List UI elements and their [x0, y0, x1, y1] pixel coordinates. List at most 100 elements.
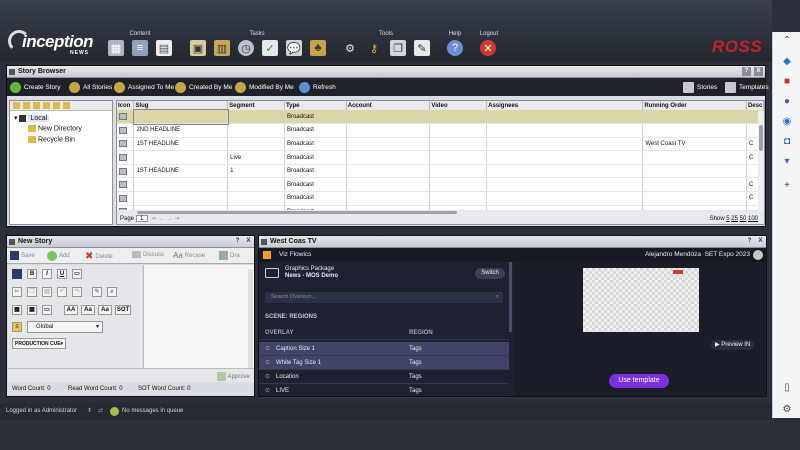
- folder-icon[interactable]: [53, 102, 60, 109]
- col-slug[interactable]: Slug: [133, 101, 229, 110]
- show-5[interactable]: 5: [726, 216, 729, 222]
- task-doc-icon[interactable]: ✓: [262, 40, 278, 56]
- templates-tab[interactable]: Templates: [725, 81, 769, 93]
- rail-outlook-icon[interactable]: ◘: [781, 136, 793, 148]
- col-type[interactable]: Type: [284, 101, 347, 110]
- approve-button[interactable]: Approve: [216, 372, 250, 381]
- clock-icon[interactable]: ◷: [238, 40, 254, 56]
- tree-item-local[interactable]: ▾ Local: [14, 114, 50, 122]
- tree-item-recycle-bin[interactable]: Recycle Bin: [28, 136, 75, 143]
- table-icon[interactable]: ▦: [12, 305, 22, 315]
- stories-tab[interactable]: Stories: [683, 81, 717, 93]
- rail-globe-icon[interactable]: ◉: [781, 116, 793, 128]
- rail-tag-icon[interactable]: ◆: [781, 56, 793, 68]
- windows-icon[interactable]: ❐: [390, 40, 406, 56]
- slug-cell[interactable]: [132, 109, 229, 125]
- col-desc[interactable]: Desc: [746, 101, 764, 110]
- font-case-button[interactable]: Aa: [81, 305, 95, 315]
- draft-button[interactable]: Dra: [219, 251, 240, 260]
- help-button[interactable]: ?: [742, 67, 751, 76]
- up-arrow-icon[interactable]: ⬆: [87, 403, 92, 420]
- key-icon[interactable]: ⚷: [366, 40, 382, 56]
- delete-button[interactable]: ✖ Delete: [85, 251, 113, 262]
- rail-add-icon[interactable]: +: [781, 180, 793, 192]
- new-folder-icon[interactable]: [13, 102, 20, 109]
- col-assignees[interactable]: Assignees: [486, 101, 644, 110]
- copy-icon[interactable]: ❐: [27, 287, 37, 297]
- find-icon[interactable]: ⌕: [107, 287, 117, 297]
- col-icon[interactable]: Icon: [117, 101, 135, 110]
- grid-icon[interactable]: ▦: [27, 305, 37, 315]
- folder-icon[interactable]: [43, 102, 50, 109]
- logout-icon[interactable]: ✕: [480, 40, 496, 56]
- folder-icon[interactable]: [63, 102, 70, 109]
- preview-in-button[interactable]: ▶ Preview IN: [711, 340, 755, 350]
- show-25[interactable]: 25: [731, 216, 738, 222]
- col-segment[interactable]: Segment: [227, 101, 285, 110]
- rail-cart-icon[interactable]: ▾: [781, 156, 793, 168]
- gear-icon[interactable]: ⚙: [342, 40, 358, 56]
- undo-icon[interactable]: ↶: [57, 287, 67, 297]
- grid-view-icon[interactable]: ▦: [108, 40, 124, 56]
- signature-icon[interactable]: ✎: [414, 40, 430, 56]
- show-100[interactable]: 100: [748, 216, 758, 222]
- overlay-item[interactable]: ⊙ Caption Size 1 Tags: [259, 342, 509, 356]
- assigned-to-me-button[interactable]: Assigned To Me: [114, 81, 174, 93]
- table-row[interactable]: 1ST HEADLINE 1 Broadcast: [117, 164, 764, 179]
- page-input[interactable]: 1: [135, 215, 148, 222]
- sot-button[interactable]: SOT: [115, 305, 131, 315]
- rail-person-icon[interactable]: ●: [781, 96, 793, 108]
- style-select[interactable]: Global ▾: [27, 321, 103, 333]
- table-row[interactable]: Live Broadcast C: [117, 150, 764, 165]
- col-video[interactable]: Video: [429, 101, 488, 110]
- table-row[interactable]: 1ST HEADLINE Broadcast West Coast TV C: [117, 137, 764, 152]
- overlay-item[interactable]: ⊙ LIVE Tags: [259, 384, 509, 398]
- pager-nav-icon[interactable]: ⇤ ← → ⇥: [152, 216, 179, 222]
- rail-chevron-icon[interactable]: ⌃: [781, 35, 793, 47]
- editor-scrollbar[interactable]: [248, 269, 253, 368]
- pen-icon[interactable]: ✎: [92, 287, 102, 297]
- help-button[interactable]: ?: [745, 237, 754, 246]
- create-story-button[interactable]: Create Story: [10, 81, 61, 93]
- save-button[interactable]: Save: [10, 251, 35, 260]
- italic-button[interactable]: I: [42, 269, 52, 279]
- chat-icon[interactable]: 💬: [286, 40, 302, 56]
- redo-icon[interactable]: ↷: [72, 287, 82, 297]
- bold-button[interactable]: B: [27, 269, 37, 279]
- refresh-button[interactable]: Refresh: [299, 81, 336, 93]
- table-row[interactable]: Broadcast: [117, 109, 764, 125]
- search-overlays-input[interactable]: Search Overlays... ⌕: [265, 292, 503, 303]
- close-button[interactable]: X: [756, 237, 765, 246]
- close-button[interactable]: X: [244, 237, 253, 246]
- help-icon[interactable]: ?: [447, 40, 463, 56]
- add-button[interactable]: Add: [47, 251, 70, 261]
- users-icon[interactable]: ♣: [310, 40, 326, 56]
- box-icon[interactable]: ▭: [42, 305, 52, 315]
- col-account[interactable]: Account: [346, 101, 431, 110]
- recase-button[interactable]: Aa Recase: [173, 251, 205, 260]
- v-scrollbar-thumb[interactable]: [759, 125, 763, 151]
- help-button[interactable]: ?: [233, 237, 242, 246]
- stack-icon[interactable]: ≡: [132, 40, 148, 56]
- overlay-item[interactable]: ⊙ Location Tags: [259, 370, 509, 384]
- tree-item-new-directory[interactable]: New Directory: [28, 125, 82, 132]
- save-small-icon[interactable]: [12, 269, 22, 279]
- show-50[interactable]: 50: [740, 216, 747, 222]
- scrollbar-thumb[interactable]: [137, 211, 457, 214]
- switch-button[interactable]: Switch: [475, 268, 505, 279]
- folder-icon[interactable]: [23, 102, 30, 109]
- close-button[interactable]: X: [754, 67, 763, 76]
- table-row[interactable]: Broadcast C: [117, 177, 764, 193]
- avatar[interactable]: [753, 250, 763, 260]
- notebook-icon[interactable]: ▥: [214, 40, 230, 56]
- vertical-scrollbar[interactable]: [758, 111, 764, 211]
- created-by-me-button[interactable]: Created By Me: [175, 81, 232, 93]
- cut-icon[interactable]: ✂: [12, 287, 22, 297]
- font-small-button[interactable]: Aa: [98, 305, 112, 315]
- table-row[interactable]: Broadcast C: [117, 191, 764, 206]
- paste-icon[interactable]: ▤: [42, 287, 52, 297]
- story-editor[interactable]: [143, 265, 254, 368]
- rail-settings-icon[interactable]: ⚙: [781, 404, 793, 416]
- rail-panel-icon[interactable]: ▯: [781, 382, 793, 394]
- people-icon[interactable]: ⇄: [98, 403, 103, 420]
